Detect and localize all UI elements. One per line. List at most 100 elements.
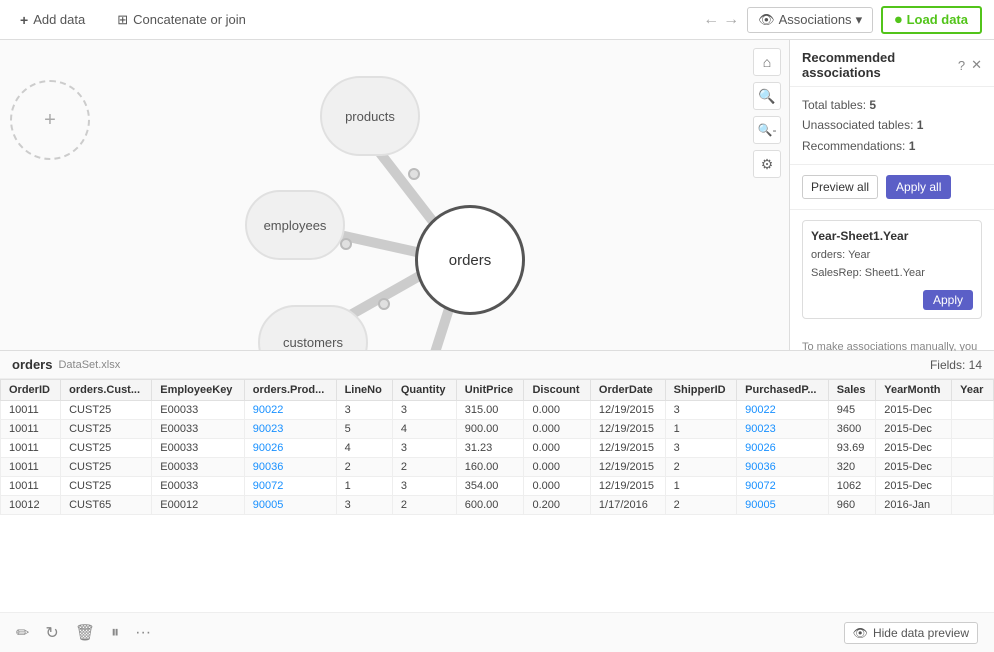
recommendation-card: Year-Sheet1.Year orders: Year SalesRep: … xyxy=(802,220,982,319)
table-cell: 12/19/2015 xyxy=(590,420,665,439)
load-data-button[interactable]: ⏺ Load data xyxy=(881,6,982,34)
table-cell: 320 xyxy=(828,458,875,477)
employees-label: employees xyxy=(264,218,327,233)
help-icon[interactable]: ? xyxy=(958,58,965,73)
table-cell: 10011 xyxy=(1,458,61,477)
panel-header-icons: ? ✕ xyxy=(958,57,982,73)
table-cell: 3 xyxy=(665,401,737,420)
table-cell: 10011 xyxy=(1,401,61,420)
table-cell: 3 xyxy=(392,439,456,458)
conn-dot-customers xyxy=(378,298,390,310)
zoom-out-icon[interactable]: 🔍- xyxy=(753,116,781,144)
products-node[interactable]: products xyxy=(320,76,420,156)
back-arrow[interactable]: ← xyxy=(703,11,719,29)
table-cell[interactable]: 90023 xyxy=(244,420,336,439)
table-cell[interactable]: 90036 xyxy=(244,458,336,477)
table-cell: CUST25 xyxy=(61,439,152,458)
table-cell: 3 xyxy=(665,439,737,458)
table-cell: CUST25 xyxy=(61,420,152,439)
table-cell: 1/17/2016 xyxy=(590,496,665,515)
table-cell: 315.00 xyxy=(456,401,524,420)
column-header: OrderID xyxy=(1,380,61,401)
table-cell: 0.000 xyxy=(524,439,590,458)
apply-all-button[interactable]: Apply all xyxy=(886,175,951,199)
employees-node[interactable]: employees xyxy=(245,190,345,260)
table-cell: E00033 xyxy=(152,420,244,439)
table-cell xyxy=(952,496,994,515)
data-table-wrapper[interactable]: OrderIDorders.Cust...EmployeeKeyorders.P… xyxy=(0,379,994,612)
table-cell: 2 xyxy=(392,496,456,515)
column-header: orders.Prod... xyxy=(244,380,336,401)
edit-icon[interactable]: ✏ xyxy=(16,623,29,643)
table-cell: 0.000 xyxy=(524,401,590,420)
hide-data-preview-button[interactable]: 👁 Hide data preview xyxy=(844,622,978,644)
table-header: OrderIDorders.Cust...EmployeeKeyorders.P… xyxy=(1,380,994,401)
bottom-toolbar: ✏ ↻ 🗑 ⏸ ··· 👁 Hide data preview xyxy=(0,612,994,652)
pause-icon[interactable]: ⏸ xyxy=(111,624,119,642)
concatenate-button[interactable]: ⊞ Concatenate or join xyxy=(109,8,254,32)
panel-header: Recommended associations ? ✕ xyxy=(790,40,994,87)
conn-dot-employees xyxy=(340,238,352,250)
table-cell[interactable]: 90005 xyxy=(244,496,336,515)
column-header: Year xyxy=(952,380,994,401)
table-cell: 10011 xyxy=(1,420,61,439)
plus-icon: + xyxy=(20,12,28,28)
fields-count: Fields: 14 xyxy=(930,358,982,372)
orders-node[interactable]: orders xyxy=(415,205,525,315)
table-cell: 2015-Dec xyxy=(876,458,952,477)
rec-orders: orders: Year xyxy=(811,247,973,265)
table-cell[interactable]: 90022 xyxy=(737,401,829,420)
panel-actions: Preview all Apply all xyxy=(790,165,994,210)
table-cell: 354.00 xyxy=(456,477,524,496)
table-cell[interactable]: 90036 xyxy=(737,458,829,477)
table-cell: 2015-Dec xyxy=(876,420,952,439)
delete-icon[interactable]: 🗑 xyxy=(75,623,95,643)
table-cell: 12/19/2015 xyxy=(590,477,665,496)
conn-dot-products xyxy=(408,168,420,180)
close-icon[interactable]: ✕ xyxy=(971,57,982,73)
refresh-icon[interactable]: ↻ xyxy=(45,623,58,643)
column-header: PurchasedP... xyxy=(737,380,829,401)
rec-salesrep: SalesRep: Sheet1.Year xyxy=(811,265,973,283)
column-header: ShipperID xyxy=(665,380,737,401)
more-icon[interactable]: ··· xyxy=(135,624,151,642)
top-toolbar: + Add data ⊞ Concatenate or join ← → 👁 A… xyxy=(0,0,994,40)
table-cell[interactable]: 90023 xyxy=(737,420,829,439)
table-cell[interactable]: 90072 xyxy=(737,477,829,496)
table-cell[interactable]: 90026 xyxy=(244,439,336,458)
table-cell[interactable]: 90005 xyxy=(737,496,829,515)
table-cell xyxy=(952,477,994,496)
zoom-in-icon[interactable]: 🔍 xyxy=(753,82,781,110)
table-cell: 900.00 xyxy=(456,420,524,439)
table-cell: 5 xyxy=(336,420,392,439)
concatenate-icon: ⊞ xyxy=(117,12,128,28)
column-header: orders.Cust... xyxy=(61,380,152,401)
chevron-down-icon: ▾ xyxy=(856,12,863,28)
table-cell[interactable]: 90072 xyxy=(244,477,336,496)
table-cell[interactable]: 90026 xyxy=(737,439,829,458)
table-cell: 2 xyxy=(392,458,456,477)
data-table: OrderIDorders.Cust...EmployeeKeyorders.P… xyxy=(0,379,994,515)
home-icon[interactable]: ⌂ xyxy=(753,48,781,76)
add-data-button[interactable]: + Add data xyxy=(12,8,93,32)
forward-arrow[interactable]: → xyxy=(723,11,739,29)
table-cell: 2 xyxy=(665,458,737,477)
table-cell: CUST25 xyxy=(61,401,152,420)
orders-label: orders xyxy=(449,252,492,269)
associations-button[interactable]: 👁 Associations ▾ xyxy=(747,7,873,33)
placeholder-node[interactable]: + xyxy=(10,80,90,160)
table-cell: 3 xyxy=(392,401,456,420)
table-cell: 0.000 xyxy=(524,477,590,496)
data-source-info: orders DataSet.xlsx xyxy=(12,357,120,372)
data-panel: orders DataSet.xlsx Fields: 14 OrderIDor… xyxy=(0,350,994,652)
apply-button[interactable]: Apply xyxy=(923,290,973,310)
table-body: 10011CUST25E000339002233315.000.00012/19… xyxy=(1,401,994,515)
table-row: 10011CUST25E000339002233315.000.00012/19… xyxy=(1,401,994,420)
eye-icon: 👁 xyxy=(758,12,775,28)
preview-all-button[interactable]: Preview all xyxy=(802,175,878,199)
table-cell[interactable]: 90022 xyxy=(244,401,336,420)
filter-icon[interactable]: ⚙ xyxy=(753,150,781,178)
customers-node[interactable]: customers xyxy=(258,305,368,350)
table-cell xyxy=(952,439,994,458)
table-cell: 10012 xyxy=(1,496,61,515)
